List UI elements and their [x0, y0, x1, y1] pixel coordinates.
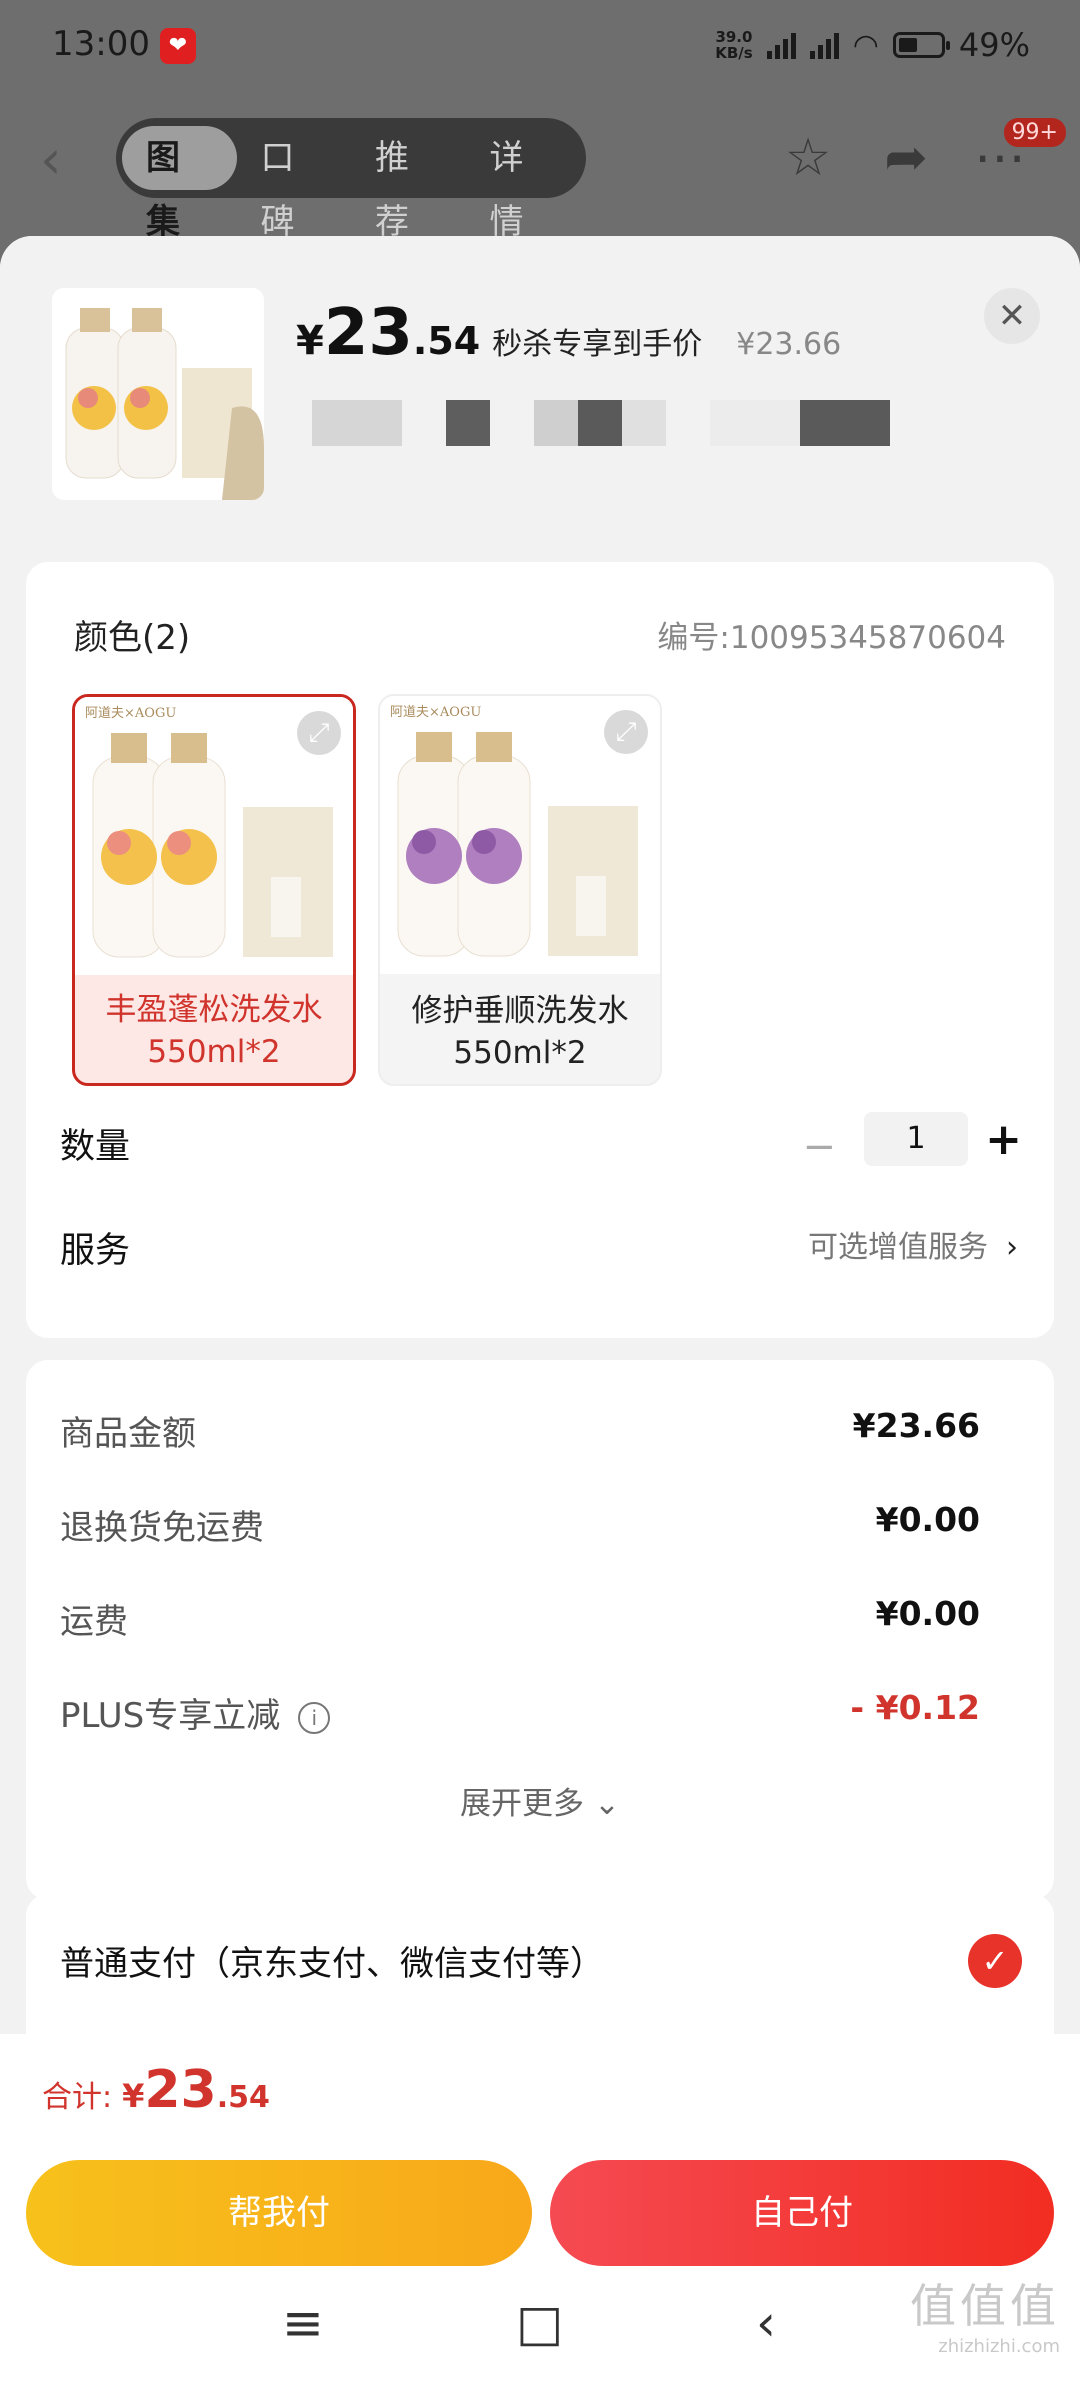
service-label: 服务 — [60, 1231, 131, 1271]
quantity-input[interactable]: 1 — [864, 1112, 968, 1166]
svg-text:阿道夫×AOGU: 阿道夫×AOGU — [85, 706, 176, 721]
status-icons: 39.0 KB/s ◠ 49% — [715, 26, 1030, 64]
product-header: ¥ 23 .54 秒杀专享到手价 ¥23.66 ✕ — [0, 236, 1080, 536]
status-bar: 13:00 ❤ 39.0 KB/s ◠ 49% — [0, 0, 1080, 96]
message-badge: 99+ — [1003, 118, 1066, 147]
pay-myself-button[interactable]: 自己付 — [550, 2160, 1054, 2266]
tab-details[interactable]: 详情 — [466, 126, 581, 242]
price-integer: 23 — [323, 296, 413, 370]
expand-icon[interactable]: ⤢ — [604, 710, 648, 754]
original-price: ¥23.66 — [736, 327, 842, 362]
tab-reviews[interactable]: 口碑 — [237, 126, 352, 242]
signal-icon-2 — [809, 31, 839, 59]
option-repair-shampoo[interactable]: 阿道夫×AOGU ⤢ 修护垂顺洗发水 550ml*2 — [378, 694, 662, 1086]
home-icon[interactable]: □ — [516, 2294, 563, 2352]
check-icon[interactable]: ✓ — [968, 1934, 1022, 1988]
svg-text:阿道夫×AOGU: 阿道夫×AOGU — [390, 705, 481, 720]
battery-icon — [892, 32, 950, 58]
tab-recommend[interactable]: 推荐 — [351, 126, 466, 242]
fee-row-goods: 商品金额 ¥23.66 — [60, 1406, 980, 1454]
option-volumizing-shampoo[interactable]: 阿道夫×AOGU ⤢ 丰盈蓬松洗发水 550ml*2 — [72, 694, 356, 1086]
help-me-pay-button[interactable]: 帮我付 — [26, 2160, 532, 2266]
price-tag: 秒杀专享到手价 — [492, 327, 703, 362]
sku-number: 编号:10095345870604 — [657, 620, 1006, 656]
share-icon[interactable]: ➦ — [876, 128, 936, 188]
total-price: 合计: ¥ 23 .54 — [42, 2060, 270, 2120]
color-title: 颜色(2) — [74, 618, 191, 658]
tab-gallery[interactable]: 图集 — [122, 126, 237, 242]
price-decimal: .54 — [412, 319, 481, 363]
signal-icon — [766, 31, 796, 59]
net-speed: 39.0 KB/s — [715, 28, 753, 62]
fee-card: 商品金额 ¥23.66 退换货免运费 ¥0.00 运费 ¥0.00 PLUS专享… — [26, 1360, 1054, 1900]
menu-icon[interactable]: ≡ — [282, 2294, 324, 2352]
battery-level: 49% — [958, 26, 1030, 64]
fee-row-return-shipping: 退换货免运费 ¥0.00 — [60, 1500, 980, 1548]
back-icon[interactable]: ‹ — [756, 2294, 776, 2352]
fee-row-plus-discount: PLUS专享立减 i - ¥0.12 — [60, 1688, 980, 1736]
wifi-icon: ◠ — [852, 27, 879, 63]
favorite-star-icon[interactable]: ☆ — [778, 128, 838, 188]
options-card: 颜色(2) 编号:10095345870604 阿道夫×AOGU ⤢ 丰盈蓬松洗… — [26, 562, 1054, 1338]
back-button[interactable]: ‹ — [40, 132, 90, 188]
bottom-bar: 合计: ¥ 23 .54 帮我付 自己付 ≡ □ ‹ 值值值 zhizhizhi… — [0, 2034, 1080, 2400]
expand-more-link[interactable]: 展开更多 ⌄ — [26, 1778, 1054, 1823]
watermark: 值值值 zhizhizhi.com — [910, 2279, 1060, 2357]
quantity-decrease-button[interactable]: − — [802, 1124, 836, 1170]
quantity-increase-button[interactable]: + — [985, 1114, 1022, 1165]
product-navbar: ‹ 图集 口碑 推荐 详情 ☆ ➦ ⋯ 99+ — [0, 110, 1080, 242]
close-button[interactable]: ✕ — [984, 288, 1040, 344]
chevron-down-icon: ⌄ — [594, 1786, 620, 1822]
price-row: ¥ 23 .54 秒杀专享到手价 ¥23.66 — [296, 296, 842, 370]
chevron-right-icon: › — [1006, 1230, 1018, 1265]
payment-option-normal[interactable]: 普通支付（京东支付、微信支付等） — [60, 1936, 604, 1985]
quantity-label: 数量 — [60, 1127, 131, 1167]
value-added-service-link[interactable]: 可选增值服务 › — [808, 1222, 1018, 1266]
info-icon[interactable]: i — [298, 1701, 331, 1734]
blurred-promo — [312, 400, 890, 446]
page-tabs: 图集 口碑 推荐 详情 — [116, 118, 586, 242]
fee-row-shipping: 运费 ¥0.00 — [60, 1594, 980, 1642]
clock: 13:00 — [52, 24, 150, 64]
app-notification-icon: ❤ — [160, 28, 196, 64]
expand-icon[interactable]: ⤢ — [297, 711, 341, 755]
product-thumbnail — [52, 288, 264, 500]
